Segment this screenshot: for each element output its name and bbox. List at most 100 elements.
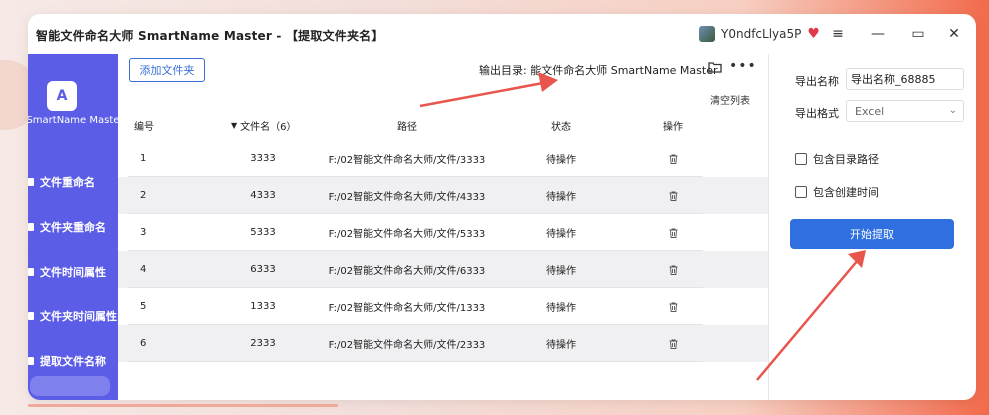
row-name: 1333 (250, 301, 276, 312)
row-id: 6 (140, 338, 147, 349)
trash-icon (669, 228, 677, 238)
row-name: 2333 (250, 338, 276, 349)
checkbox-box[interactable] (795, 153, 807, 165)
add-folder-button[interactable]: 添加文件夹 (129, 58, 205, 82)
sidebar-item-extract-name[interactable]: 提取文件名称 (28, 351, 118, 371)
row-path: F:/02智能文件命名大师/文件/1333 (328, 303, 486, 314)
header-id: 编号 (134, 121, 154, 133)
extract-icon (28, 357, 34, 365)
row-id: 3 (140, 227, 147, 238)
sidebar-item-folder-rename[interactable]: 文件夹重命名 (28, 217, 118, 237)
output-dir-value: 能文件命名大师 SmartName Master (530, 64, 718, 77)
delete-row-button[interactable] (658, 177, 688, 214)
trash-icon (669, 154, 677, 164)
row-status: 待操作 (546, 303, 576, 314)
export-panel: 导出名称 导出名称_68885 导出格式 Excel ⌄ 包含目录路径 包含创建… (768, 54, 976, 400)
file-icon (28, 178, 34, 186)
row-name: 5333 (250, 227, 276, 238)
row-name: 4333 (250, 190, 276, 201)
main-content: 添加文件夹 输出目录: 能文件命名大师 SmartName Master •••… (118, 54, 768, 400)
app-logo-icon: A (47, 81, 77, 111)
header-status: 状态 (551, 121, 571, 133)
delete-row-button[interactable] (658, 325, 688, 362)
row-status: 待操作 (546, 155, 576, 166)
sidebar-item-label: 提取文件名称 (40, 355, 106, 368)
row-path: F:/02智能文件命名大师/文件/4333 (328, 192, 486, 203)
clock-icon (28, 268, 34, 276)
include-create-time-checkbox[interactable]: 包含创建时间 (795, 184, 879, 200)
row-status: 待操作 (546, 192, 576, 203)
output-directory[interactable]: 输出目录: 能文件命名大师 SmartName Master (479, 62, 718, 78)
row-id: 4 (140, 264, 147, 275)
clock-icon (28, 312, 34, 320)
maximize-icon[interactable]: ▭ (906, 22, 930, 46)
sort-down-icon: ▼ (231, 120, 238, 130)
start-extract-button[interactable]: 开始提取 (790, 219, 954, 249)
export-format-value: Excel (855, 104, 885, 118)
logo-label: SmartName Master (28, 115, 124, 126)
sidebar-item-folder-time[interactable]: 文件夹时间属性 (28, 306, 118, 326)
window-title: 智能文件命名大师 SmartName Master - 【提取文件夹名】 (36, 29, 384, 43)
app-window: 智能文件命名大师 SmartName Master - 【提取文件夹名】 Y0n… (28, 14, 976, 400)
checkbox-box[interactable] (795, 186, 807, 198)
table-row: 5 1333 F:/02智能文件命名大师/文件/1333 待操作 (118, 288, 768, 325)
delete-row-button[interactable] (658, 288, 688, 325)
sidebar-item-label: 文件重命名 (40, 176, 95, 189)
export-format-select[interactable]: Excel ⌄ (846, 100, 964, 122)
trash-icon (669, 191, 677, 201)
sidebar-item-label: 文件时间属性 (40, 266, 106, 279)
delete-row-button[interactable] (658, 251, 688, 288)
folder-icon (28, 223, 34, 231)
title-bar: 智能文件命名大师 SmartName Master - 【提取文件夹名】 Y0n… (28, 14, 976, 54)
menu-icon[interactable]: ≡ (826, 22, 850, 46)
header-name[interactable]: ▼ 文件名（6） (231, 110, 297, 140)
clear-list-button[interactable]: 清空列表 (710, 92, 750, 107)
trash-icon (669, 265, 677, 275)
header-name-label: 文件名（6） (240, 121, 297, 133)
header-path: 路径 (397, 121, 417, 133)
table-row: 3 5333 F:/02智能文件命名大师/文件/5333 待操作 (118, 214, 768, 251)
sidebar-item-file-rename[interactable]: 文件重命名 (28, 172, 118, 192)
sidebar-item-file-time[interactable]: 文件时间属性 (28, 262, 118, 282)
output-dir-prefix: 输出目录: (479, 64, 527, 77)
row-name: 3333 (250, 153, 276, 164)
table-row: 1 3333 F:/02智能文件命名大师/文件/3333 待操作 (118, 140, 768, 177)
scroll-indicator (28, 404, 338, 407)
row-path: F:/02智能文件命名大师/文件/3333 (328, 155, 486, 166)
row-id: 1 (140, 153, 147, 164)
row-id: 2 (140, 190, 147, 201)
include-create-time-label: 包含创建时间 (813, 186, 879, 199)
folder-open-icon[interactable] (708, 61, 722, 73)
more-icon[interactable]: ••• (729, 58, 757, 74)
row-status: 待操作 (546, 229, 576, 240)
row-status: 待操作 (546, 266, 576, 277)
sidebar-item-label: 文件夹重命名 (40, 221, 106, 234)
row-path: F:/02智能文件命名大师/文件/5333 (328, 229, 486, 240)
export-format-label: 导出格式 (795, 107, 839, 120)
row-path: F:/02智能文件命名大师/文件/6333 (328, 266, 486, 277)
header-op: 操作 (663, 121, 683, 133)
user-account[interactable]: Y0ndfcLlya5P ♥ (699, 26, 820, 42)
close-icon[interactable]: ✕ (942, 22, 966, 46)
row-id: 5 (140, 301, 147, 312)
table-row: 2 4333 F:/02智能文件命名大师/文件/4333 待操作 (118, 177, 768, 214)
row-name: 6333 (250, 264, 276, 275)
trash-icon (669, 302, 677, 312)
include-dir-path-checkbox[interactable]: 包含目录路径 (795, 151, 879, 167)
table-row: 6 2333 F:/02智能文件命名大师/文件/2333 待操作 (118, 325, 768, 362)
delete-row-button[interactable] (658, 140, 688, 177)
delete-row-button[interactable] (658, 214, 688, 251)
trash-icon (669, 339, 677, 349)
export-name-input[interactable]: 导出名称_68885 (846, 68, 964, 90)
user-name: Y0ndfcLlya5P (721, 27, 802, 41)
table-row: 4 6333 F:/02智能文件命名大师/文件/6333 待操作 (118, 251, 768, 288)
export-name-label: 导出名称 (795, 75, 839, 88)
vip-heart-icon: ♥ (807, 26, 820, 42)
table-header: 编号 ▼ 文件名（6） 路径 状态 操作 (118, 110, 768, 140)
sidebar-bottom-button[interactable] (30, 376, 110, 396)
avatar (699, 26, 715, 42)
chevron-down-icon: ⌄ (948, 105, 957, 116)
sidebar-item-label: 文件夹时间属性 (40, 310, 117, 323)
minimize-icon[interactable]: — (866, 22, 890, 46)
row-status: 待操作 (546, 340, 576, 351)
